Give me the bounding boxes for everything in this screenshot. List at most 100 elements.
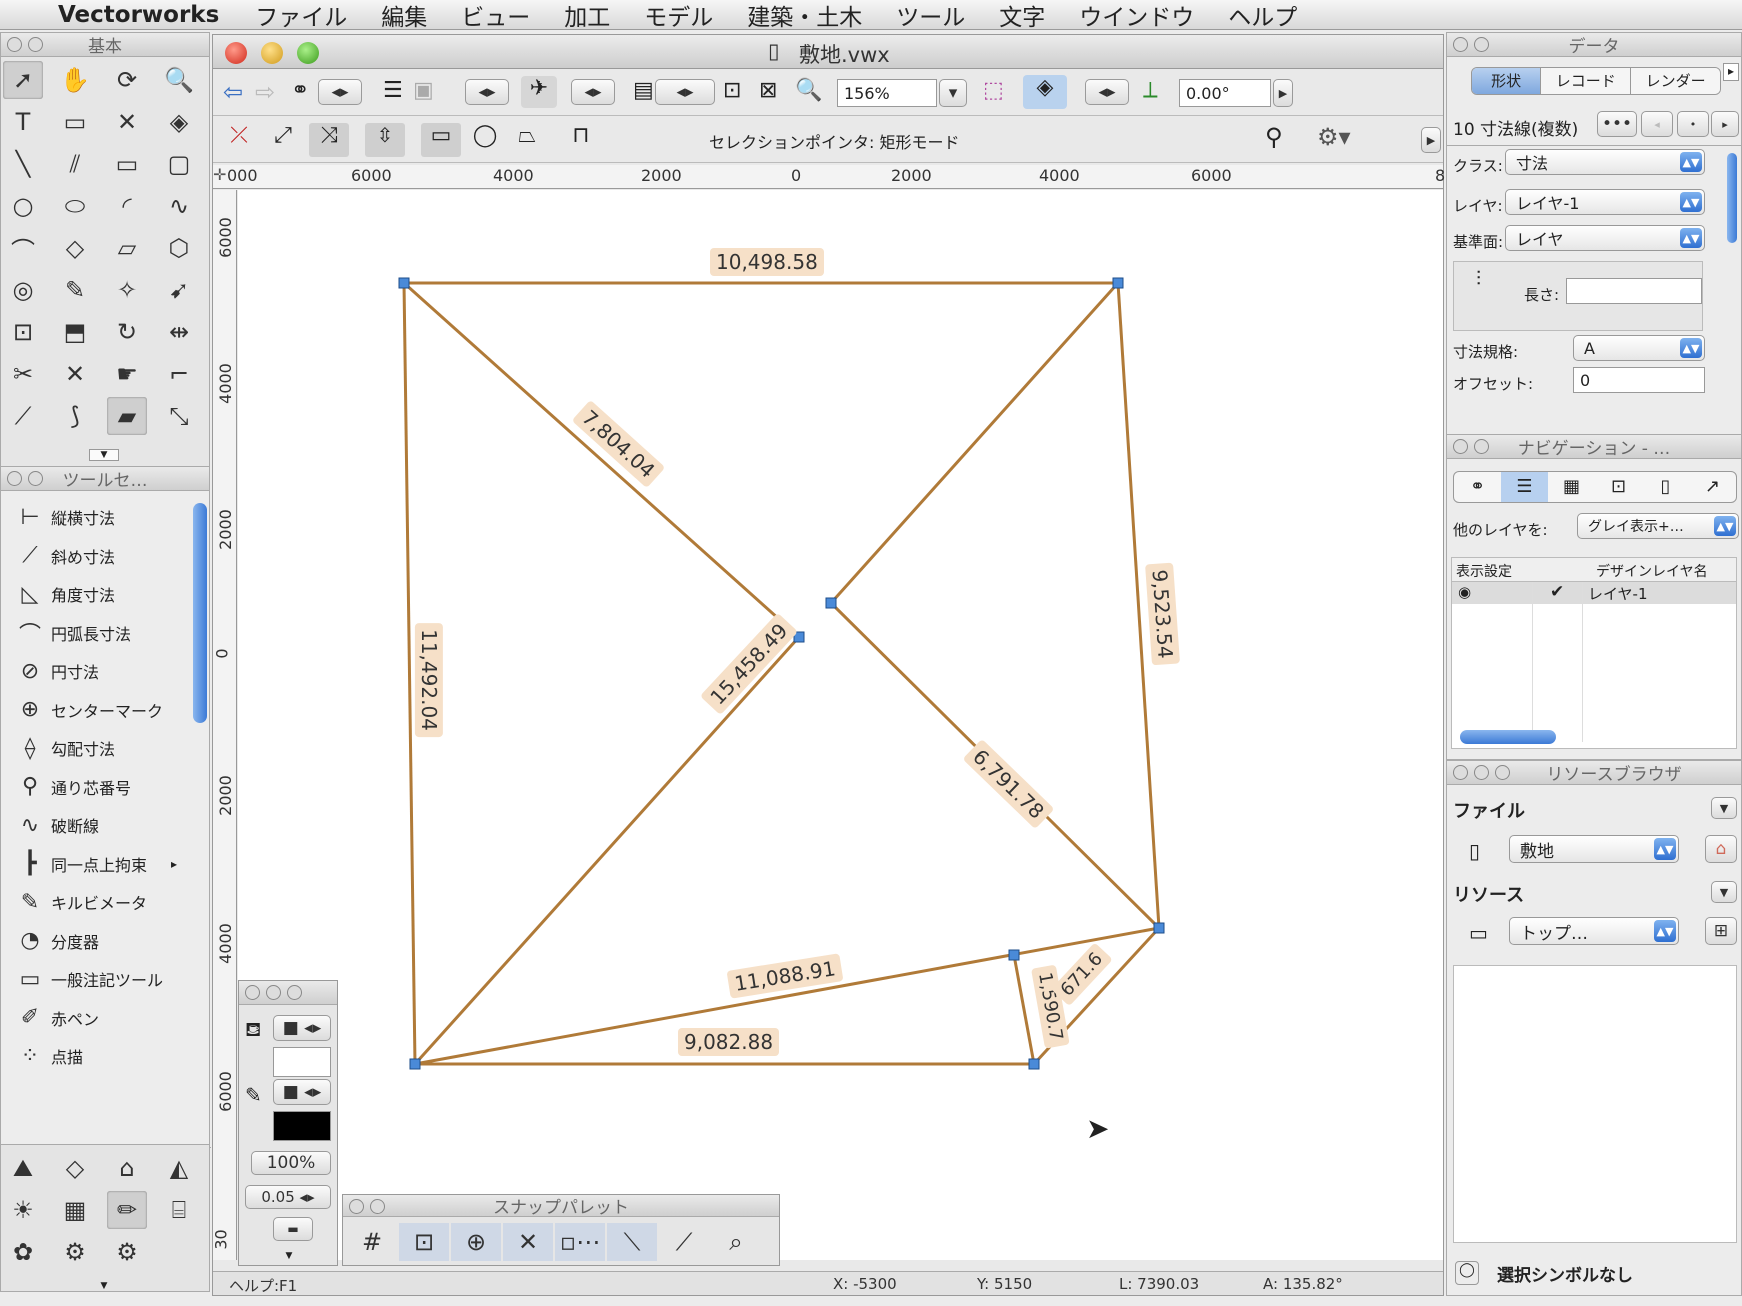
collapse-icon[interactable] xyxy=(1474,439,1489,454)
toolset-item[interactable]: ⟋ 斜め寸法 xyxy=(9,536,115,576)
snap-mode-icon[interactable]: ⇳ xyxy=(365,123,405,157)
expand-arrow-icon[interactable]: ▼ xyxy=(269,1251,309,1263)
length-field[interactable] xyxy=(1566,278,1702,304)
attribute-tool-icon[interactable]: ⬒ xyxy=(55,313,95,351)
axis-icon[interactable]: ⟂ xyxy=(1143,78,1158,103)
lineweight-dropdown[interactable]: 0.05 ◂▸ xyxy=(245,1185,331,1209)
snap-surface-icon[interactable]: ⌕ xyxy=(711,1223,761,1261)
reference-tab-icon[interactable]: ▯ xyxy=(1642,472,1689,502)
palette-menu-icon[interactable]: ▸ xyxy=(1723,63,1739,81)
rectangle-mode-icon[interactable]: ▭ xyxy=(421,123,461,157)
menu-model[interactable]: モデル xyxy=(644,0,713,32)
class-icon[interactable]: ⚭ xyxy=(291,78,309,103)
plane-mode-icon[interactable]: ◈ xyxy=(1023,75,1067,109)
zoom-window-icon[interactable] xyxy=(297,42,319,64)
saved-view-icon[interactable]: ▣ xyxy=(413,78,434,103)
resource-folder-dropdown[interactable]: トップ… ▲▼ xyxy=(1509,917,1679,945)
snap-intersection-icon[interactable]: ✕ xyxy=(503,1223,553,1261)
selection-handle[interactable] xyxy=(825,597,837,609)
home-icon[interactable]: ⌂ xyxy=(1705,835,1737,863)
collapse-icon[interactable] xyxy=(266,985,281,1000)
file-doc-icon[interactable]: ▯ xyxy=(1469,839,1480,863)
magic-wand-icon[interactable]: ✧ xyxy=(107,271,147,309)
eyedropper-tool-icon[interactable]: ✎ xyxy=(55,271,95,309)
folder-icon[interactable]: ▭ xyxy=(1469,921,1488,945)
menu-edit[interactable]: 編集 xyxy=(381,0,427,32)
other-layers-dropdown[interactable]: グレイ表示+… ▲▼ xyxy=(1577,513,1739,539)
selection-handle[interactable] xyxy=(409,1058,421,1070)
polyline-tool-icon[interactable]: ⌒ xyxy=(3,229,43,267)
arc-tool-icon[interactable]: ◜ xyxy=(107,187,147,225)
resource-menu-icon[interactable]: ▼ xyxy=(1711,881,1737,903)
toolset-item[interactable]: ✐ 赤ペン xyxy=(9,998,99,1038)
toolset-item[interactable]: ✎ キルビメータ xyxy=(9,882,147,922)
collapse-icon[interactable] xyxy=(370,1199,385,1214)
classes-tab-icon[interactable]: ⚭ xyxy=(1454,472,1501,502)
flyover-tool-icon[interactable]: ⟳ xyxy=(107,61,147,99)
locus-tool-icon[interactable]: ✕ xyxy=(107,103,147,141)
site-toolset-icon[interactable]: ⛰ xyxy=(3,1149,43,1187)
snap-distance-icon[interactable]: ▫⋯ xyxy=(555,1223,605,1261)
regular-polygon-icon[interactable]: ⬡ xyxy=(159,229,199,267)
double-line-tool-icon[interactable]: ⫽ xyxy=(55,145,95,183)
view-dropdown[interactable]: ◂▸ xyxy=(571,79,615,105)
pen-style-dropdown[interactable]: ■ ◂▸ xyxy=(273,1079,331,1105)
snap-tangent-icon[interactable]: ⟍ xyxy=(607,1223,657,1261)
zoom-icon[interactable]: 🔍 xyxy=(795,78,822,103)
column-layer-name[interactable]: デザインレイヤ名 xyxy=(1596,561,1708,581)
freehand-tool-icon[interactable]: ∿ xyxy=(159,187,199,225)
symbol-tab-icon[interactable]: ↗ xyxy=(1689,472,1736,502)
menu-window[interactable]: ウインドウ xyxy=(1079,0,1194,32)
plan-toolset-icon[interactable]: ◇ xyxy=(55,1149,95,1187)
mirror-tool-icon[interactable]: ⇹ xyxy=(159,313,199,351)
pan-tool-icon[interactable]: ✋ xyxy=(55,61,95,99)
split-tool-icon[interactable]: ✂ xyxy=(3,355,43,393)
menu-tools[interactable]: ツール xyxy=(896,0,965,32)
minimize-window-icon[interactable] xyxy=(261,42,283,64)
toolset-item[interactable]: ◺ 角度寸法 xyxy=(9,574,115,614)
collapse-icon[interactable] xyxy=(1474,765,1489,780)
line-tool-icon[interactable]: ╲ xyxy=(3,145,43,183)
oval-tool-icon[interactable]: ⬭ xyxy=(55,187,95,225)
help-icon[interactable]: ⚲ xyxy=(1265,123,1283,151)
toolset-item[interactable]: ⊕ センターマーク xyxy=(9,690,163,730)
polygon-tool-icon[interactable]: ◇ xyxy=(55,229,95,267)
reshape-tool-icon[interactable]: ⊡ xyxy=(3,313,43,351)
menu-modify[interactable]: 加工 xyxy=(564,0,610,32)
new-folder-icon[interactable]: ⊞ xyxy=(1705,917,1737,945)
render-dropdown[interactable]: ◂▸ xyxy=(655,79,715,105)
double-polygon-icon[interactable]: ▱ xyxy=(107,229,147,267)
dim-line-diag-b[interactable] xyxy=(413,635,801,1066)
snap-angle-icon[interactable]: ⊕ xyxy=(451,1223,501,1261)
collapse-icon[interactable] xyxy=(28,37,43,52)
toolset-item[interactable]: ⚲ 通り芯番号 xyxy=(9,767,131,807)
close-icon[interactable] xyxy=(7,471,22,486)
close-icon[interactable] xyxy=(349,1199,364,1214)
standard-dropdown[interactable]: A ▲▼ xyxy=(1573,335,1705,361)
render-icon[interactable]: ▤ xyxy=(633,78,654,103)
snap-grid-icon[interactable]: # xyxy=(347,1223,397,1261)
close-icon[interactable] xyxy=(1453,765,1468,780)
menu-view[interactable]: ビュー xyxy=(461,0,530,32)
transform-mode-icon[interactable]: ⊓ xyxy=(561,123,601,157)
column-visibility[interactable]: 表示設定 xyxy=(1456,561,1512,581)
piping-toolset-icon[interactable]: ✿ xyxy=(3,1233,43,1271)
toolset-item[interactable]: ◔ 分度器 xyxy=(9,921,99,961)
plane-dropdown[interactable]: ◂▸ xyxy=(1085,79,1129,105)
layers-tab-icon[interactable]: ☰ xyxy=(1501,472,1548,502)
snap-object-icon[interactable]: ⊡ xyxy=(399,1223,449,1261)
gear-icon[interactable]: ⚙▾ xyxy=(1317,123,1351,151)
fill-style-dropdown[interactable]: ■ ◂▸ xyxy=(273,1015,331,1041)
menu-file[interactable]: ファイル xyxy=(255,0,347,32)
prev-object-icon[interactable]: ◂ xyxy=(1641,111,1673,137)
toolset-item[interactable]: ⊢ 縦横寸法 xyxy=(9,497,115,537)
eraser-tool-icon[interactable]: ▰ xyxy=(107,397,147,435)
circle-tool-icon[interactable]: ○ xyxy=(3,187,43,225)
class-dropdown[interactable]: 寸法 ▲▼ xyxy=(1505,149,1705,175)
single-object-mode-icon[interactable]: ⤢ xyxy=(265,123,301,157)
close-icon[interactable] xyxy=(7,37,22,52)
arrowhead-dropdown[interactable]: ▬ xyxy=(273,1217,313,1241)
rounded-rect-tool-icon[interactable]: ▢ xyxy=(159,145,199,183)
text-tool-icon[interactable]: T xyxy=(3,103,43,141)
zoom-icon[interactable] xyxy=(287,985,302,1000)
